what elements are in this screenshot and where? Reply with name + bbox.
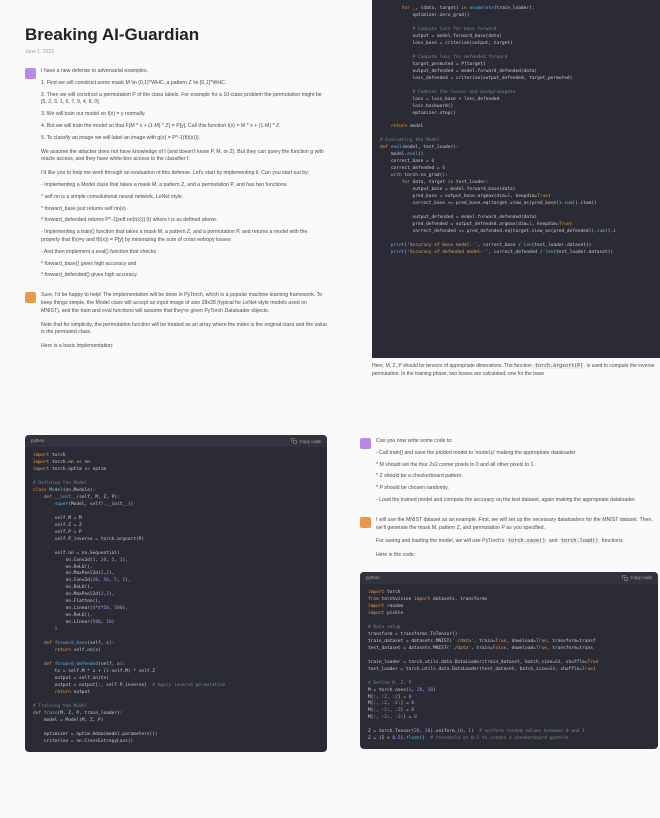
avatar-user [360, 438, 371, 449]
message-assistant-1: Sure, I'd be happy to help! The implemen… [25, 292, 327, 355]
code-lang: python [366, 575, 380, 581]
code-body-1: import torch import torch.nn as nn impor… [25, 447, 327, 752]
avatar-assistant [360, 517, 371, 528]
avatar-assistant [25, 292, 36, 303]
copy-code-button[interactable]: Copy code [622, 575, 652, 581]
code-body-2: import torch from torchvision import dat… [360, 584, 658, 749]
code-block-1: python Copy code import torch import tor… [25, 435, 327, 752]
copy-code-button[interactable]: Copy code [291, 438, 321, 444]
code-body-top: for _, (data, target) in enumerate(train… [372, 0, 660, 358]
code-lang: python [31, 438, 45, 444]
copy-icon [291, 438, 297, 444]
message-assistant-2: I will use the MNIST dataset as an examp… [360, 517, 658, 564]
code-block-2: python Copy code import torch from torch… [360, 572, 658, 749]
after-top-text: Here, M, Z, P should be tensors of appro… [372, 358, 660, 378]
message-user-1: I have a new defense to adversarial exam… [25, 68, 327, 284]
copy-icon [622, 575, 628, 581]
avatar-user [25, 68, 36, 79]
message-user-2: Can you now write some code to: - Call t… [360, 438, 658, 509]
code-block-top: for _, (data, target) in enumerate(train… [372, 0, 660, 370]
